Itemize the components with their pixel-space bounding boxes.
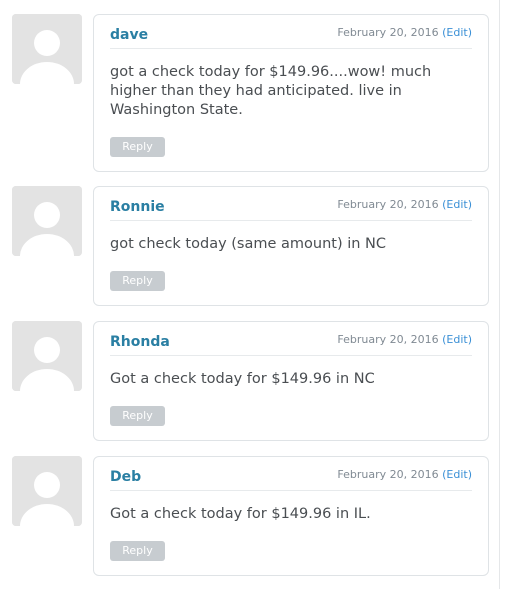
reply-button[interactable]: Reply (110, 541, 165, 561)
comment-text: Got a check today for $149.96 in NC (110, 371, 375, 387)
comment-card: dave February 20, 2016 (Edit) got a chec… (93, 14, 489, 172)
comment-header: dave February 20, 2016 (Edit) (110, 15, 472, 49)
comment-meta: February 20, 2016 (Edit) (337, 333, 472, 346)
column-divider (499, 0, 500, 589)
comment-date: February 20, 2016 (337, 26, 439, 39)
comment-meta: February 20, 2016 (Edit) (337, 26, 472, 39)
comment-date: February 20, 2016 (337, 198, 439, 211)
default-avatar-icon (12, 456, 82, 526)
comment-header: Deb February 20, 2016 (Edit) (110, 457, 472, 491)
author-name-link[interactable]: Rhonda (110, 334, 170, 350)
author-name-link[interactable]: Ronnie (110, 199, 165, 215)
edit-link[interactable]: (Edit) (442, 468, 472, 481)
default-avatar-icon (12, 321, 82, 391)
comment-header: Ronnie February 20, 2016 (Edit) (110, 187, 472, 221)
comment-header: Rhonda February 20, 2016 (Edit) (110, 322, 472, 356)
reply-button[interactable]: Reply (110, 406, 165, 426)
comment-text: Got a check today for $149.96 in IL. (110, 506, 371, 522)
default-avatar-icon (12, 14, 82, 84)
reply-button[interactable]: Reply (110, 137, 165, 157)
comment-card: Deb February 20, 2016 (Edit) Got a check… (93, 456, 489, 576)
edit-link[interactable]: (Edit) (442, 198, 472, 211)
comment-date: February 20, 2016 (337, 468, 439, 481)
comment-text: got check today (same amount) in NC (110, 236, 387, 252)
edit-link[interactable]: (Edit) (442, 26, 472, 39)
reply-button[interactable]: Reply (110, 271, 165, 291)
author-name-link[interactable]: dave (110, 27, 148, 43)
default-avatar-icon (12, 186, 82, 256)
author-name-link[interactable]: Deb (110, 469, 141, 485)
comment-date: February 20, 2016 (337, 333, 439, 346)
comment-text: got a check today for $149.96....wow! mu… (110, 64, 432, 118)
comment-meta: February 20, 2016 (Edit) (337, 198, 472, 211)
edit-link[interactable]: (Edit) (442, 333, 472, 346)
comment-meta: February 20, 2016 (Edit) (337, 468, 472, 481)
comment-card: Ronnie February 20, 2016 (Edit) got chec… (93, 186, 489, 306)
comment-card: Rhonda February 20, 2016 (Edit) Got a ch… (93, 321, 489, 441)
